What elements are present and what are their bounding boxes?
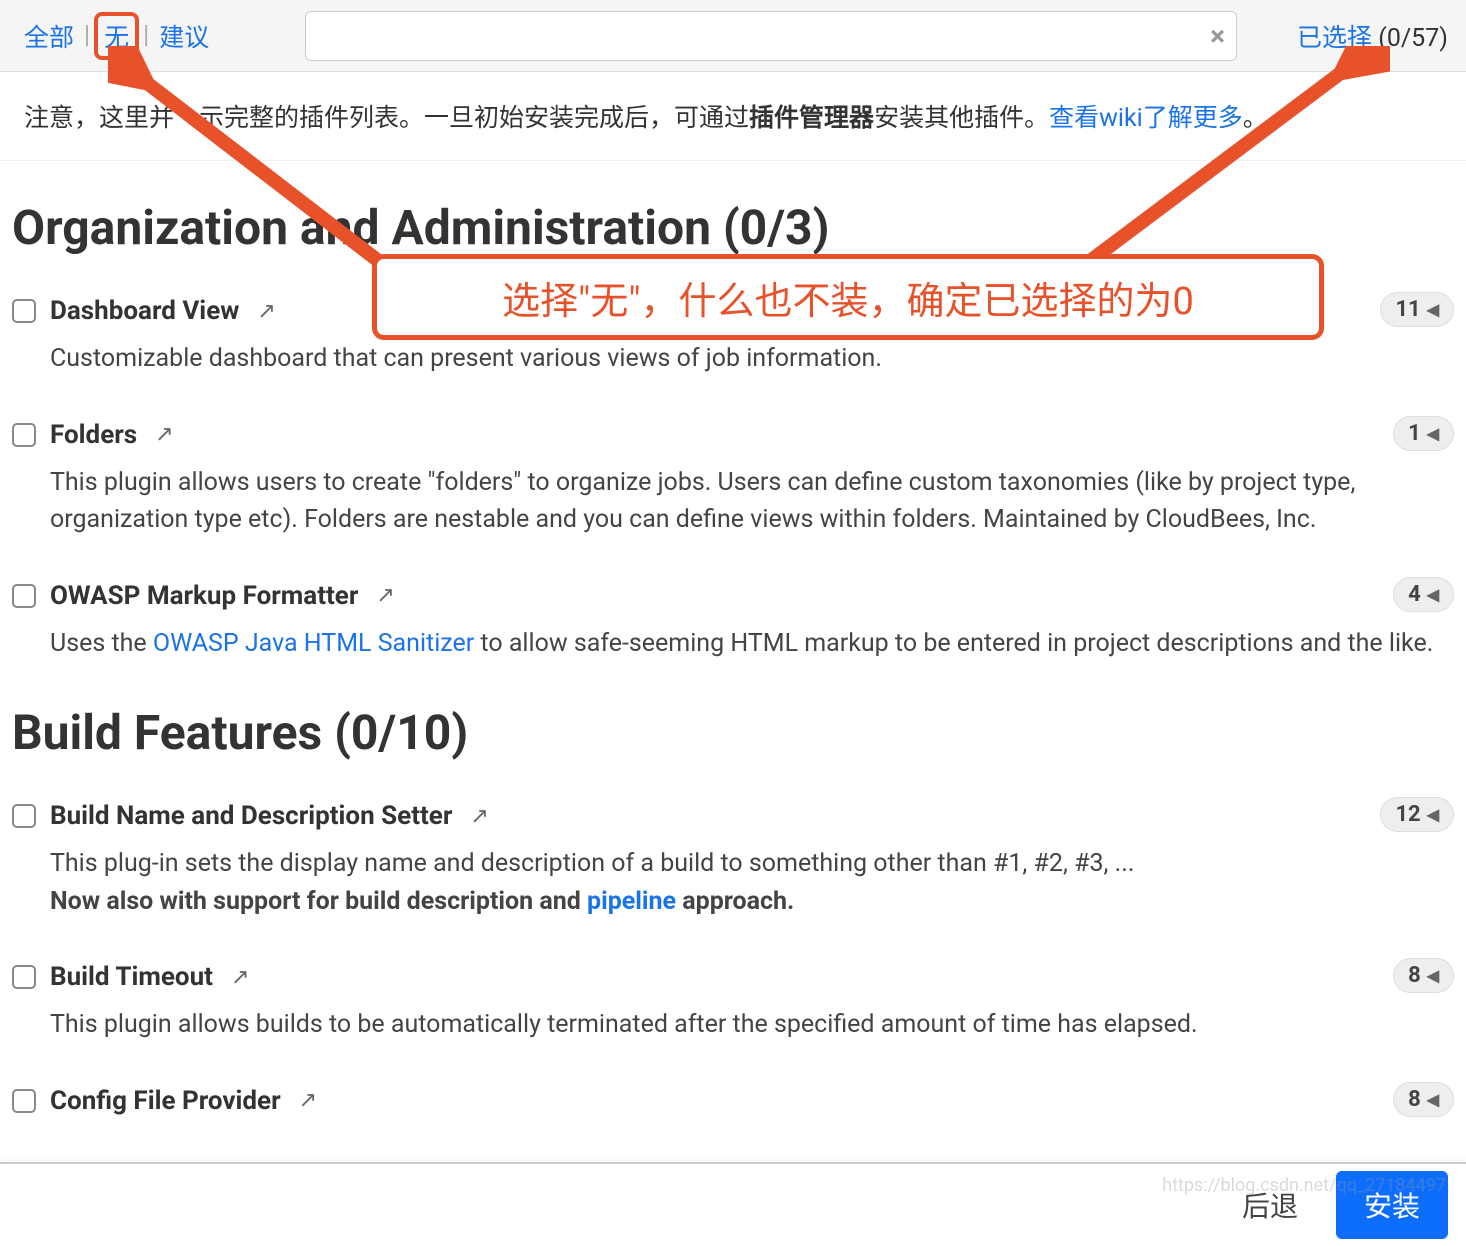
badge-count: 4: [1408, 582, 1421, 607]
plugin-description: Customizable dashboard that can present …: [50, 340, 1454, 378]
desc-link[interactable]: pipeline: [587, 887, 676, 916]
plugin-head: OWASP Markup Formatter ↗: [12, 581, 1454, 611]
plugin-checkbox[interactable]: [12, 965, 36, 989]
plugin-item: OWASP Markup Formatter ↗ 4 ◀ Uses the OWASP …: [12, 581, 1454, 663]
desc-bold: approach.: [676, 887, 794, 916]
dependency-badge[interactable]: 8◀: [1393, 958, 1454, 993]
section-heading: Build Features (0/10): [12, 704, 1454, 761]
plugin-description: This plug-in sets the display name and d…: [50, 845, 1454, 920]
annotation-arrow-left: [108, 46, 408, 286]
desc-link[interactable]: OWASP Java HTML Sanitizer: [153, 629, 474, 658]
external-link-icon[interactable]: ↗: [470, 804, 488, 829]
plugin-head: Build Timeout ↗: [12, 962, 1454, 992]
plugin-head: Config File Provider ↗: [12, 1086, 1454, 1116]
plugin-item: Build Name and Description Setter ↗ 12 ◀ Thi…: [12, 801, 1454, 920]
plugin-head: Build Name and Description Setter ↗: [12, 801, 1454, 831]
plugin-description: Uses the OWASP Java HTML Sanitizer to al…: [50, 625, 1454, 663]
desc-bold: pipeline: [587, 887, 676, 916]
plugin-checkbox[interactable]: [12, 423, 36, 447]
badge-count: 8: [1408, 1087, 1421, 1112]
plugin-checkbox[interactable]: [12, 804, 36, 828]
plugin-description: This plugin allows builds to be automati…: [50, 1006, 1454, 1044]
external-link-icon[interactable]: ↗: [376, 583, 394, 608]
plugin-title[interactable]: Folders: [50, 420, 137, 450]
plugin-item: Build Timeout ↗ 8 ◀ This plugin allows build…: [12, 962, 1454, 1044]
external-link-icon[interactable]: ↗: [155, 422, 173, 447]
notice-bold: 插件管理器: [749, 104, 874, 133]
filter-all[interactable]: 全部: [18, 16, 80, 56]
dependency-badge[interactable]: 8◀: [1393, 1082, 1454, 1117]
chevron-left-icon: ◀: [1427, 966, 1439, 985]
plugin-head: Folders ↗: [12, 420, 1454, 450]
badge-count: 12: [1395, 802, 1420, 827]
watermark: https://blog.csdn.net/qq_27184497: [1162, 1175, 1446, 1196]
plugin-checkbox[interactable]: [12, 299, 36, 323]
external-link-icon[interactable]: ↗: [231, 965, 249, 990]
plugin-item: Config File Provider ↗ 8 ◀: [12, 1086, 1454, 1116]
external-link-icon[interactable]: ↗: [299, 1088, 317, 1113]
plugin-title[interactable]: Dashboard View: [50, 296, 239, 326]
plugin-title[interactable]: Build Timeout: [50, 962, 213, 992]
plugin-checkbox[interactable]: [12, 1089, 36, 1113]
annotation-callout: 选择"无"，什么也不装，确定已选择的为0: [372, 254, 1324, 340]
plugin-item: Folders ↗ 1 ◀ This plugin allows users to cr…: [12, 420, 1454, 539]
dependency-badge[interactable]: 12 ◀: [1380, 797, 1454, 832]
dependency-badge[interactable]: 1◀: [1393, 416, 1454, 451]
chevron-left-icon: ◀: [1427, 805, 1439, 824]
chevron-left-icon: ◀: [1427, 300, 1439, 319]
chevron-left-icon: ◀: [1427, 1090, 1439, 1109]
plugin-title[interactable]: Config File Provider: [50, 1086, 281, 1116]
plugin-checkbox[interactable]: [12, 584, 36, 608]
plugin-description: This plugin allows users to create "fold…: [50, 464, 1454, 539]
notice-text: 安装其他插件。: [874, 104, 1049, 133]
dependency-badge[interactable]: 11 ◀: [1380, 292, 1454, 327]
divider: |: [84, 21, 90, 50]
plugin-title[interactable]: Build Name and Description Setter: [50, 801, 452, 831]
chevron-left-icon: ◀: [1427, 585, 1439, 604]
badge-count: 1: [1408, 421, 1421, 446]
annotation-arrow-right: [1050, 46, 1390, 286]
dependency-badge[interactable]: 4◀: [1393, 577, 1454, 612]
badge-count: 11: [1395, 297, 1420, 322]
badge-count: 8: [1408, 963, 1421, 988]
chevron-left-icon: ◀: [1427, 424, 1439, 443]
desc-bold: Now also with support for build descript…: [50, 887, 587, 916]
plugin-title[interactable]: OWASP Markup Formatter: [50, 581, 358, 611]
external-link-icon[interactable]: ↗: [257, 299, 275, 324]
